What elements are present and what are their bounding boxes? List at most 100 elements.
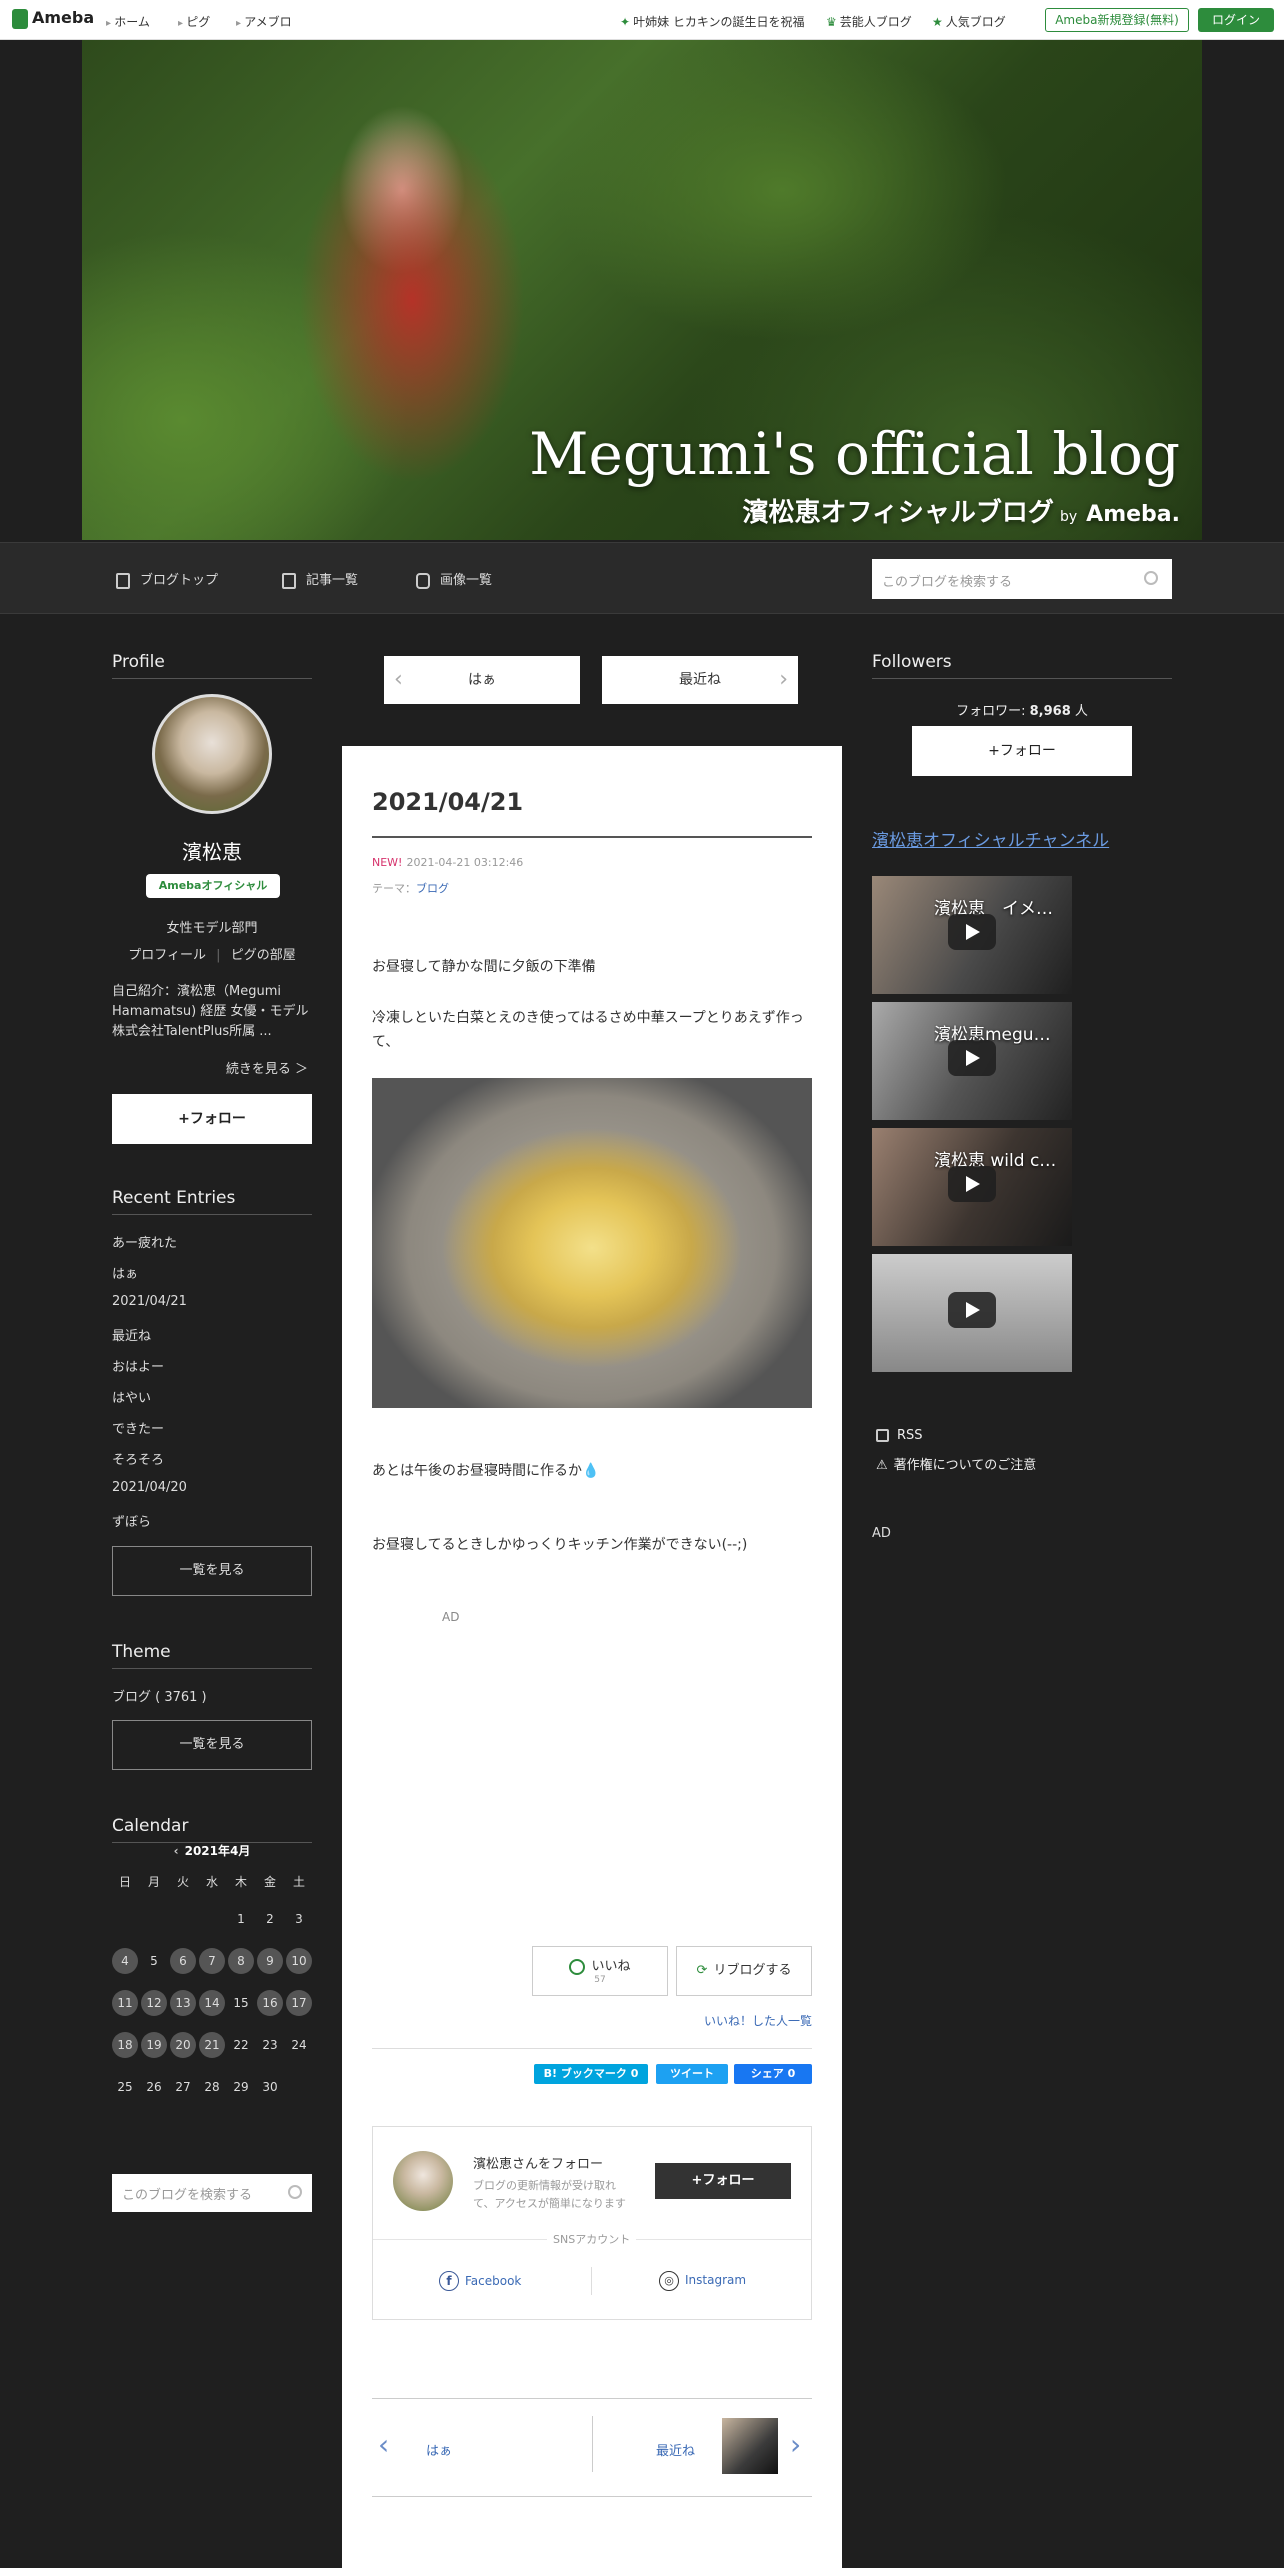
copyright-link[interactable]: ⚠ 著作権についてのご注意 xyxy=(876,1454,1036,1473)
recent-entry[interactable]: あー疲れた xyxy=(112,1232,177,1251)
rss-link[interactable]: RSS xyxy=(876,1428,923,1443)
left-search-placeholder: このブログを検索する xyxy=(122,2188,253,2203)
calendar-day[interactable]: 9 xyxy=(257,1948,283,1974)
facebook-link[interactable]: f Facebook xyxy=(439,2271,521,2291)
play-icon[interactable] xyxy=(948,1166,996,1202)
profile-link[interactable]: プロフィール xyxy=(128,948,206,963)
nav-entry-list[interactable]: 記事一覧 xyxy=(282,569,358,589)
nav-ameblo[interactable]: アメブロ xyxy=(236,13,291,30)
like-button[interactable]: いいね 57 xyxy=(532,1946,668,1996)
liked-users-link[interactable]: いいね！した人一覧 xyxy=(642,2012,812,2029)
nav-image-list[interactable]: 画像一覧 xyxy=(416,569,492,589)
play-icon[interactable] xyxy=(948,914,996,950)
trending-link[interactable]: ✦ 叶姉妹 ヒカキンの誕生日を祝福 xyxy=(620,13,805,30)
login-button[interactable]: ログイン xyxy=(1198,8,1274,32)
calendar-day: 15 xyxy=(233,1996,249,2010)
calendar-day[interactable]: 4 xyxy=(112,1948,138,1974)
nav-home[interactable]: ホーム xyxy=(106,13,150,30)
left-search-input[interactable]: このブログを検索する xyxy=(112,2174,312,2212)
recent-see-all-button[interactable]: 一覧を見る xyxy=(112,1546,312,1596)
logo-text: Ameba xyxy=(32,8,95,27)
recent-entry[interactable]: 2021/04/21 xyxy=(112,1294,187,1309)
instagram-link[interactable]: ◎ Instagram xyxy=(659,2271,746,2291)
reblog-button[interactable]: ⟳ リブログする xyxy=(676,1946,812,1996)
theme-see-all-button[interactable]: 一覧を見る xyxy=(112,1720,312,1770)
document-icon xyxy=(116,572,130,589)
video-thumbnail[interactable] xyxy=(872,1254,1072,1372)
recent-entry[interactable]: 2021/04/20 xyxy=(112,1480,187,1495)
article-photo[interactable] xyxy=(372,1078,812,1408)
trending-link-label: 叶姉妹 ヒカキンの誕生日を祝福 xyxy=(633,15,805,29)
calendar-day[interactable]: 16 xyxy=(257,1990,283,2016)
play-icon[interactable] xyxy=(948,1292,996,1328)
right-follow-button[interactable]: +フォロー xyxy=(912,726,1132,776)
see-more-link[interactable]: 続きを見る ＞ xyxy=(112,1058,308,1077)
recent-entry[interactable]: できたー xyxy=(112,1418,164,1437)
celebrity-blog-link[interactable]: ♛ 芸能人ブログ xyxy=(826,13,912,30)
play-icon[interactable] xyxy=(948,1040,996,1076)
recent-entry[interactable]: 最近ね xyxy=(112,1325,151,1344)
calendar-day[interactable]: 7 xyxy=(199,1948,225,1974)
hatena-bookmark-button[interactable]: B! ブックマーク 0 xyxy=(534,2064,648,2084)
recent-entry[interactable]: おはよー xyxy=(112,1356,164,1375)
video-thumbnail[interactable]: 濱松恵megu… xyxy=(872,1002,1072,1120)
calendar-day[interactable]: 20 xyxy=(170,2032,196,2058)
calendar-day[interactable]: 17 xyxy=(286,1990,312,2016)
article-paragraph: お昼寝してるときしかゆっくりキッチン作業ができない(--;) xyxy=(372,1537,748,1553)
chevron-left-icon[interactable]: ‹ xyxy=(174,1844,179,1858)
blog-nav: ブログトップ 記事一覧 画像一覧 このブログを検索する xyxy=(0,542,1284,614)
theme-link[interactable]: ブログ xyxy=(416,882,449,895)
calendar-day[interactable]: 14 xyxy=(199,1990,225,2016)
prev-entry-button[interactable]: ‹ はぁ xyxy=(384,656,580,704)
calendar-day[interactable]: 18 xyxy=(112,2032,138,2058)
video-thumbnail[interactable]: 濱松恵 イメ… xyxy=(872,876,1072,994)
video-thumbnail[interactable]: 濱松恵 wild c… xyxy=(872,1128,1072,1246)
facebook-share-button[interactable]: シェア 0 xyxy=(734,2064,812,2084)
copyright-label: 著作権についてのご注意 xyxy=(893,1458,1037,1473)
theme-item[interactable]: ブログ ( 3761 ) xyxy=(112,1686,207,1705)
follow-button[interactable]: +フォロー xyxy=(112,1094,312,1144)
calendar-day[interactable]: 21 xyxy=(199,2032,225,2058)
follow-card-button[interactable]: +フォロー xyxy=(655,2163,791,2199)
article-title[interactable]: 2021/04/21 xyxy=(372,788,523,816)
nav-blog-top[interactable]: ブログトップ xyxy=(116,569,218,589)
bottom-next-entry[interactable]: 最近ね › xyxy=(592,2398,812,2498)
bottom-next-label: 最近ね xyxy=(656,2444,696,2459)
profile-name[interactable]: 濱松恵 xyxy=(112,836,312,865)
nav-image-list-label: 画像一覧 xyxy=(440,573,493,588)
calendar-day[interactable]: 11 xyxy=(112,1990,138,2016)
calendar-day[interactable]: 6 xyxy=(170,1948,196,1974)
blog-search-input[interactable]: このブログを検索する xyxy=(872,559,1172,599)
new-label: NEW! xyxy=(372,856,403,869)
profile-avatar[interactable] xyxy=(152,694,272,814)
celebrity-blog-label: 芸能人ブログ xyxy=(839,15,912,29)
follow-card-description: ブログの更新情報が受け取れて、アクセスが簡単になります xyxy=(473,2179,626,2210)
popular-blog-link[interactable]: ★ 人気ブログ xyxy=(932,13,1006,30)
reblog-label: リブログする xyxy=(713,1963,792,1978)
calendar-weekday: 日 xyxy=(118,1875,131,1889)
register-button[interactable]: Ameba新規登録(無料) xyxy=(1045,8,1189,32)
calendar-day[interactable]: 13 xyxy=(170,1990,196,2016)
search-icon[interactable] xyxy=(288,2185,302,2199)
tweet-button[interactable]: ツイート xyxy=(656,2064,728,2084)
calendar-day[interactable]: 19 xyxy=(141,2032,167,2058)
ameba-logo[interactable]: Ameba xyxy=(12,8,94,29)
pigg-room-link[interactable]: ピグの部屋 xyxy=(231,948,296,963)
calendar-day[interactable]: 10 xyxy=(286,1948,312,1974)
recent-entry[interactable]: はぁ xyxy=(112,1263,138,1282)
follower-label: フォロワー: xyxy=(956,704,1026,719)
official-channel-link[interactable]: 濱松恵オフィシャルチャンネル xyxy=(872,826,1109,851)
article-paragraph: あとは午後のお昼寝時間に作るか💧 xyxy=(372,1463,600,1479)
recent-entry[interactable]: ずぼら xyxy=(112,1511,151,1530)
blog-header-image[interactable]: Megumi's official blog 濱松恵オフィシャルブログ by Am… xyxy=(82,40,1202,540)
recent-entry[interactable]: はやい xyxy=(112,1387,151,1406)
calendar-day[interactable]: 8 xyxy=(228,1948,254,1974)
calendar-day: 28 xyxy=(204,2080,220,2094)
nav-pigg[interactable]: ピグ xyxy=(178,13,210,30)
search-icon[interactable] xyxy=(1144,571,1158,585)
next-entry-button[interactable]: 最近ね › xyxy=(602,656,798,704)
recent-entry[interactable]: そろそろ xyxy=(112,1449,164,1468)
calendar-day: 26 xyxy=(146,2080,162,2094)
calendar-day[interactable]: 12 xyxy=(141,1990,167,2016)
bottom-prev-entry[interactable]: ‹ はぁ xyxy=(372,2398,592,2498)
